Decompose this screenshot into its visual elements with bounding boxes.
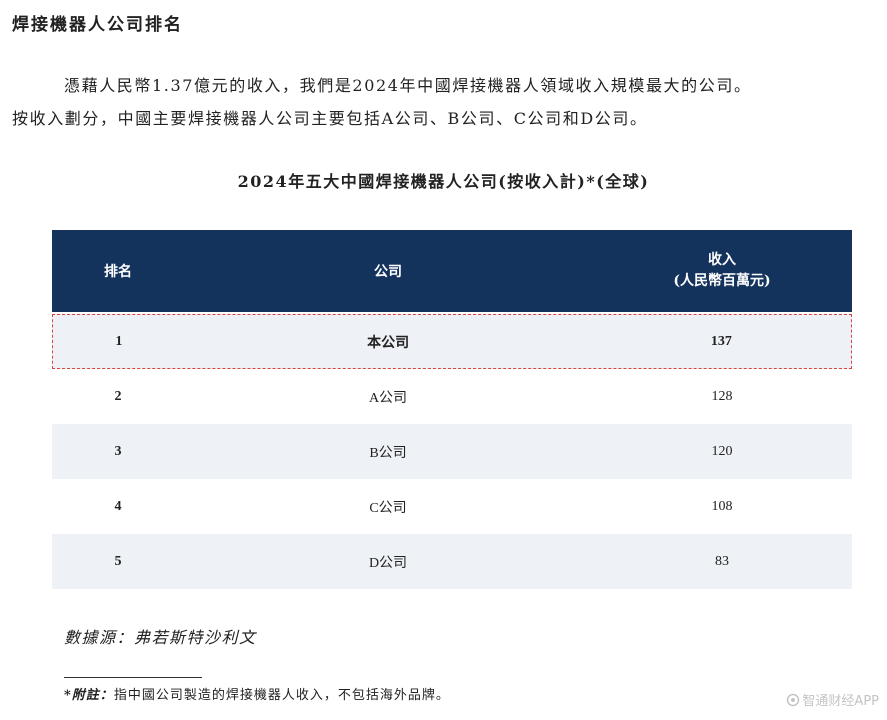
header-revenue-unit: (人民幣百萬元)	[673, 273, 771, 289]
footnote: *附註：指中國公司製造的焊接機器人收入，不包括海外品牌。	[64, 684, 450, 703]
watermark-text: 智通财经APP	[802, 694, 879, 709]
row-revenue: 128	[711, 389, 733, 404]
header-revenue: 收入 (人民幣百萬元)	[592, 250, 852, 292]
table-row: 4 C公司 108	[52, 479, 852, 534]
row-company: C公司	[369, 500, 407, 516]
row-revenue: 108	[711, 499, 733, 514]
row-rank: 4	[114, 498, 122, 514]
section-heading: 焊接機器人公司排名	[12, 15, 183, 35]
table-title: 2024年五大中國焊接機器人公司(按收入計)*(全球)	[237, 172, 650, 191]
row-rank: 2	[114, 388, 122, 404]
row-rank: 1	[115, 333, 123, 349]
header-company: 公司	[374, 264, 402, 280]
footnote-label: *附註：	[64, 688, 114, 703]
footnote-divider	[64, 677, 202, 678]
table-row: 5 D公司 83	[52, 534, 852, 589]
row-revenue: 120	[711, 444, 733, 459]
intro-paragraph-line-2: 按收入劃分，中國主要焊接機器人公司主要包括A公司、B公司、C公司和D公司。	[12, 109, 648, 128]
header-rank: 排名	[104, 264, 132, 280]
watermark-logo-icon	[787, 693, 800, 706]
row-rank: 3	[114, 443, 122, 459]
row-company: 本公司	[367, 335, 410, 351]
row-company: B公司	[369, 445, 407, 461]
table-header-row: 排名 公司 收入 (人民幣百萬元)	[52, 230, 852, 312]
watermark: 智通财经APP	[786, 690, 879, 709]
table-row: 2 A公司 128	[52, 369, 852, 424]
header-revenue-label: 收入	[708, 252, 736, 268]
data-source: 數據源：弗若斯特沙利文	[64, 628, 257, 647]
table-row-highlighted: 1 本公司 137	[52, 314, 852, 369]
table-row: 3 B公司 120	[52, 424, 852, 479]
ranking-table: 排名 公司 收入 (人民幣百萬元) 1 本公司 137 2 A公司 128 3 …	[52, 230, 852, 589]
intro-paragraph-line-1: 憑藉人民幣1.37億元的收入，我們是2024年中國焊接機器人領域收入規模最大的公…	[64, 76, 752, 95]
row-revenue: 83	[715, 554, 729, 569]
row-revenue: 137	[710, 334, 732, 349]
row-company: A公司	[368, 390, 408, 406]
footnote-text: 指中國公司製造的焊接機器人收入，不包括海外品牌。	[113, 688, 450, 703]
row-rank: 5	[114, 553, 122, 569]
row-company: D公司	[368, 555, 408, 571]
